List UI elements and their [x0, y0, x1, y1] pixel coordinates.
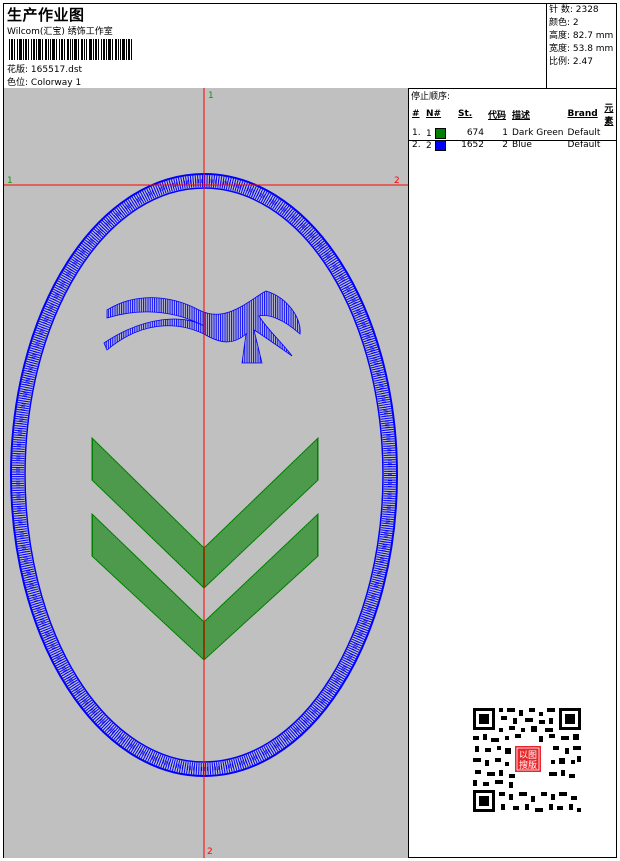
- color-table-header: # N# St. 代码 描述 Brand 元素: [410, 101, 616, 127]
- design-ratio: 比例: 2.47: [549, 57, 593, 67]
- row-code: 1: [502, 128, 508, 138]
- row-description: Dark Green: [512, 128, 564, 138]
- row-element: [602, 127, 616, 139]
- stitch-count: 针 数: 2328: [549, 5, 599, 15]
- wing-emblem: [103, 290, 301, 364]
- col-element: 元素: [604, 104, 614, 127]
- registration-crosshair: [4, 88, 408, 858]
- design-label: 花版:: [7, 65, 29, 75]
- panel-divider: [409, 140, 616, 141]
- design-preview-canvas: 1 1 2 2: [4, 88, 409, 858]
- svg-text:搜版: 搜版: [519, 759, 537, 771]
- col-stitches: St.: [458, 109, 473, 119]
- marker-bottom: 2: [207, 847, 213, 857]
- design-file-row: 花版: 165517.dst: [7, 62, 82, 75]
- color-table: # N# St. 代码 描述 Brand 元素 1. 1 674 1 Dark …: [410, 101, 616, 151]
- marker-left: 1: [7, 176, 13, 186]
- barcode-image: [9, 39, 132, 60]
- qr-code-image: 以图 搜版: [469, 704, 585, 816]
- row-stitches: 674: [466, 128, 484, 138]
- color-sequence-panel: 停止顺序: # N# St. 代码 描述 Brand 元素 1. 1 674 1…: [409, 88, 616, 858]
- marker-top: 1: [208, 91, 214, 101]
- row-needle: 1: [424, 127, 456, 139]
- col-code: 代码: [488, 110, 507, 121]
- color-swatch: [434, 139, 446, 151]
- stamp-logo: 以图 搜版: [513, 744, 543, 774]
- design-filename: 165517.dst: [30, 65, 83, 75]
- col-needle: N#: [426, 109, 442, 119]
- colorway-row: 色位: Colorway 1: [7, 75, 81, 88]
- embroidery-preview: 1 1 2 2: [4, 88, 408, 858]
- row-index: 1.: [412, 128, 421, 138]
- row-brand: Default: [567, 128, 601, 138]
- col-description: 描述: [512, 110, 531, 121]
- table-row: 1. 1 674 1 Dark Green Default: [410, 127, 616, 139]
- design-height: 高度: 82.7 mm: [549, 31, 614, 41]
- production-sheet: 生产作业图 Wilcom(汇宝) 绣饰工作室 花版: 165517.dst 色位…: [3, 3, 617, 858]
- colorway-label: 色位:: [7, 78, 29, 88]
- color-count: 颜色: 2: [549, 18, 579, 28]
- marker-right: 2: [394, 176, 400, 186]
- design-stats: 针 数: 2328 颜色: 2 高度: 82.7 mm 宽度: 53.8 mm …: [546, 4, 616, 88]
- col-brand: Brand: [567, 109, 598, 119]
- color-swatch: [434, 127, 446, 139]
- software-subtitle: Wilcom(汇宝) 绣饰工作室: [7, 27, 113, 37]
- chevron-stripes: [91, 436, 319, 661]
- colorway-value: Colorway 1: [30, 78, 82, 88]
- sheet-header: 生产作业图 Wilcom(汇宝) 绣饰工作室 花版: 165517.dst 色位…: [4, 4, 616, 89]
- page-title: 生产作业图: [7, 6, 85, 24]
- design-width: 宽度: 53.8 mm: [549, 44, 614, 54]
- col-index: #: [412, 109, 420, 119]
- svg-text:以图: 以图: [519, 750, 537, 761]
